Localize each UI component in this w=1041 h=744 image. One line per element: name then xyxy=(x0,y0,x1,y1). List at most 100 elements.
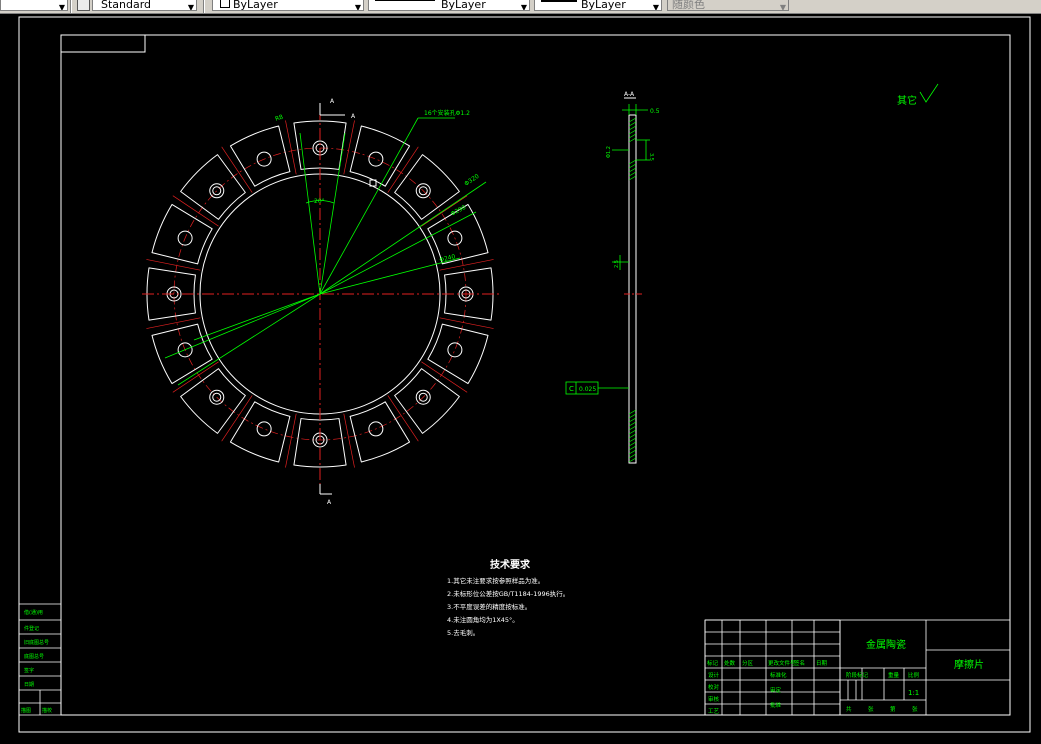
sheet-outer-border xyxy=(18,16,1031,733)
tech-requirements-title: 技术要求 xyxy=(490,558,531,571)
friction-pad-outline xyxy=(151,323,213,385)
chevron-down-icon: ▼ xyxy=(779,3,786,11)
section-view-a-a[interactable]: A-A 0.5 3.5 Φ1.2 2.5 C 0.025 xyxy=(565,91,660,464)
title-row-label: 工艺 xyxy=(708,708,720,715)
tech-requirements-list: 1.其它未注要求按参照样品为准。 2.未标形位公差按GB/T1184-1996执行… xyxy=(447,576,569,637)
pad-slot-centerline xyxy=(221,395,253,442)
lineweight-combo[interactable]: ByLayer ▼ xyxy=(534,0,662,11)
lineweight-preview-icon xyxy=(541,0,577,2)
title-row-label: 校对 xyxy=(708,683,720,691)
hatch-line xyxy=(628,413,637,419)
mounting-hole xyxy=(256,421,272,437)
pad-slot-centerline xyxy=(172,195,219,227)
chevron-down-icon[interactable]: ▼ xyxy=(355,0,361,10)
chevron-down-icon[interactable]: ▼ xyxy=(188,0,194,10)
text-style-combo[interactable]: Standard ▼ xyxy=(92,0,197,11)
sheet-count-label: 张 xyxy=(912,705,918,713)
pad-slot-centerline xyxy=(221,146,253,193)
friction-pad-outline xyxy=(394,368,460,434)
sheet-inner-border xyxy=(60,34,1011,716)
dim-angle: 20° xyxy=(314,198,325,205)
mounting-hole xyxy=(447,342,463,358)
title-row-label: 审核 xyxy=(708,695,720,703)
drawing-number-box xyxy=(60,34,146,53)
dim-groove-left: Φ1.2 xyxy=(606,146,612,158)
tolerance-value: 0.025 xyxy=(579,386,596,393)
part-name: 摩擦片 xyxy=(954,658,984,671)
chevron-down-icon[interactable]: ▼ xyxy=(653,0,659,10)
stamp-label: 描图 xyxy=(21,707,31,714)
weight-label: 重量 xyxy=(888,671,900,679)
side-stamp-column: 借(通)用件登记旧底图总号底图总号签字日期描图 描校 xyxy=(18,603,61,716)
lineweight-value: ByLayer xyxy=(581,0,626,11)
section-label-top-right: A xyxy=(351,113,356,120)
section-label-top: A xyxy=(330,98,335,105)
friction-pad-outline xyxy=(349,401,411,463)
hatch-line xyxy=(628,175,637,181)
tech-note-item: 1.其它未注要求按参照样品为准。 xyxy=(447,576,544,585)
sheet-count-label: 第 xyxy=(890,705,896,713)
hatch-line xyxy=(628,433,637,439)
hatch-line xyxy=(628,121,637,127)
drawing-svg[interactable]: A A A 16个安装孔Φ1.2 20° Φ320 Φ290 Φ240 R8 A… xyxy=(0,14,1041,740)
stamp-label: 底图总号 xyxy=(24,653,44,660)
pad-slot-centerline xyxy=(421,361,468,393)
tech-note-item: 2.未标形位公差按GB/T1184-1996执行。 xyxy=(447,589,569,598)
dim-mounting-holes: 16个安装孔Φ1.2 xyxy=(424,109,470,117)
hatch-line xyxy=(628,129,637,135)
color-combo[interactable]: ByLayer ▼ xyxy=(212,0,364,11)
mounting-hole-counterbore xyxy=(212,186,222,196)
dim-diameter-outer: Φ320 xyxy=(463,173,480,188)
title-header-cell: 分区 xyxy=(742,659,754,667)
toolbar-separator xyxy=(203,0,205,13)
mounting-hole xyxy=(209,183,225,199)
chevron-down-icon[interactable]: ▼ xyxy=(59,0,65,10)
chevron-down-icon[interactable]: ▼ xyxy=(521,0,527,10)
text-style-icon[interactable] xyxy=(77,0,90,11)
linetype-combo[interactable]: ByLayer ▼ xyxy=(368,0,530,11)
hatch-line xyxy=(628,449,637,455)
stage-mark-label: 阶段标记 xyxy=(846,671,869,679)
stamp-label: 签字 xyxy=(24,667,34,674)
color-value: ByLayer xyxy=(233,0,278,11)
section-marker-bottom xyxy=(319,484,332,495)
sheet-count-label: 共 xyxy=(846,705,852,713)
tech-note-item: 5.去毛刺。 xyxy=(447,628,479,637)
title-row-label: 设计 xyxy=(708,671,720,679)
hatch-line xyxy=(628,117,637,123)
hatch-line xyxy=(628,441,637,447)
model-space-canvas[interactable]: A A A 16个安装孔Φ1.2 20° Φ320 Φ290 Φ240 R8 A… xyxy=(0,14,1041,740)
plot-style-value: 随颜色 xyxy=(672,0,705,11)
friction-pad-outline xyxy=(180,368,246,434)
title-mid-label: 审定 xyxy=(770,686,782,694)
hatch-line xyxy=(628,437,637,443)
hatch-line xyxy=(628,445,637,451)
title-mid-label: 批准 xyxy=(770,701,782,709)
pad-slot-centerline xyxy=(387,395,419,442)
tech-note-item: 4.未注圆角均为1X45°。 xyxy=(447,615,519,624)
hatch-line xyxy=(628,417,637,423)
title-block: 金属陶瓷摩擦片 1:1 标记 处数 分区 更改文件号签名 日期设计校对审核工艺 标准化审定批准… xyxy=(704,619,1011,716)
section-label-bottom: A xyxy=(327,499,332,506)
title-header-cell: 签名 xyxy=(794,659,805,667)
section-hatching xyxy=(628,117,637,463)
dim-thickness: 0.5 xyxy=(650,108,660,115)
dim-side: 2.5 xyxy=(614,260,620,268)
section-view-label: A-A xyxy=(624,91,635,98)
title-header-cell: 更改文件号 xyxy=(768,659,796,667)
hatch-line xyxy=(628,429,637,435)
hatch-line xyxy=(628,425,637,431)
hatch-line xyxy=(628,453,637,459)
dim-groove-height: 3.5 xyxy=(648,153,654,161)
linetype-preview-icon xyxy=(375,0,435,1)
properties-toolbar: ▼ Standard ▼ ByLayer ▼ ByLayer ▼ ByLayer ▼ 随… xyxy=(0,0,1041,14)
hatch-line xyxy=(628,163,637,169)
friction-pad-outline xyxy=(151,203,213,265)
tech-note-item: 3.不平度误差的精度按标准。 xyxy=(447,602,531,611)
friction-pad-outline xyxy=(180,154,246,220)
hatch-line xyxy=(628,457,637,463)
title-header-cell: 处数 xyxy=(724,659,736,667)
plot-style-combo: 随颜色 ▼ xyxy=(667,0,789,11)
layer-combo[interactable]: ▼ xyxy=(0,0,68,11)
roughness-note: 其它 xyxy=(897,94,917,107)
